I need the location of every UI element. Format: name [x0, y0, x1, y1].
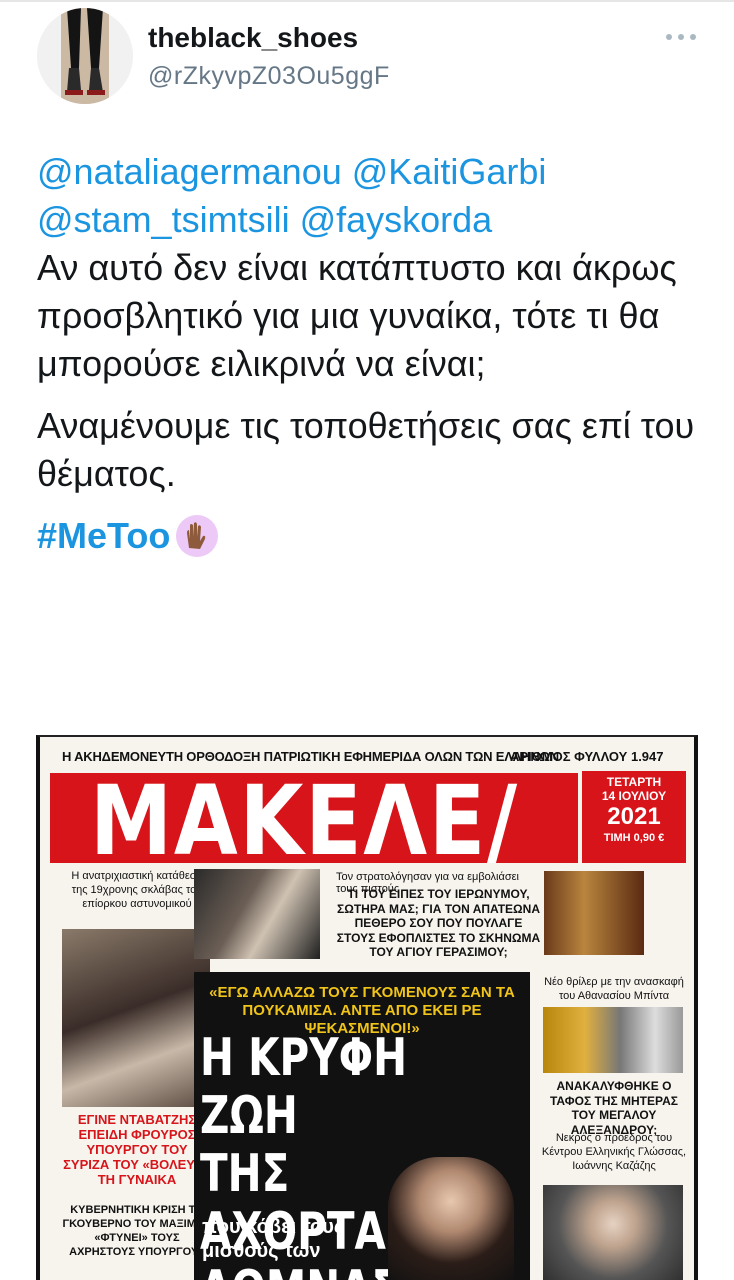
more-options-button[interactable]	[664, 22, 698, 52]
user-display-name[interactable]: theblack_shoes	[148, 22, 358, 54]
more-dot	[678, 34, 684, 40]
left-crisis-text: ΚΥΒΕΡΝΗΤΙΚΗ ΚΡΙΣΗ ΤΟ ΓΚΟΥΒΕΡΝΟ ΤΟΥ ΜΑΞΙΜ…	[62, 1204, 212, 1258]
right-kicker: Νέο θρίλερ με την ανασκαφή του Αθανασίου…	[544, 976, 684, 1002]
newspaper-price: ΤΙΜΗ 0,90 €	[603, 832, 665, 844]
right-photo	[543, 1007, 683, 1073]
hashtag-line: #MeToo	[37, 512, 707, 560]
tweet-media-image[interactable]: Η ΑΚΗΔΕΜΟΝΕΥΤΗ ΟΡΘΟΔΟΞΗ ΠΑΤΡΙΩΤΙΚΗ ΕΦΗΜΕ…	[36, 735, 698, 1280]
left-photo	[62, 929, 210, 1107]
left-headline: ΕΓΙΝΕ ΝΤΑΒΑΤΖΗΣ ΕΠΕΙΔΗ ΦΡΟΥΡΟΣ ΥΠΟΥΡΓΟΥ …	[63, 1112, 211, 1187]
raised-hands-icon	[176, 515, 219, 557]
tweet-paragraph-2: Αναμένουμε τις τοποθετήσεις σας επί του …	[37, 405, 695, 494]
newspaper-day: ΤΕΤΑΡΤΗ	[606, 775, 662, 789]
right-portrait-photo	[543, 1185, 683, 1280]
newspaper-year: 2021	[607, 803, 661, 830]
left-deposition-text: Η ανατριχιαστική κατάθεση της 19χρονης σ…	[71, 870, 203, 910]
user-avatar[interactable]	[37, 8, 133, 104]
newspaper-issue: ΑΡΙΘΜΟΣ ΦΥΛΛΟΥ 1.947	[510, 749, 664, 764]
top-story-icon-photo	[544, 871, 644, 955]
right-headline: ΑΝΑΚΑΛΥΦΘΗΚΕ Ο ΤΑΦΟΣ ΤΗΣ ΜΗΤΕΡΑΣ ΤΟΥ ΜΕΓ…	[549, 1079, 678, 1137]
tweet-text: @nataliagermanou @KaitiGarbi @stam_tsimt…	[37, 148, 707, 560]
mentions-line-2[interactable]: @stam_tsimtsili @fayskorda	[37, 199, 492, 240]
masthead-title: ΜΑΚΕΛΕ/Ο	[90, 773, 519, 863]
top-story-headline: ΤΙ ΤΟΥ ΕΙΠΕΣ ΤΟΥ ΙΕΡΩΝΥΜΟΥ, ΣΩΤΗΡΑ ΜΑΣ; …	[336, 887, 541, 959]
more-dot	[690, 34, 696, 40]
main-story-subheadline: που κόβει τους μισθούς των	[202, 1216, 345, 1262]
newspaper-date: 14 ΙΟΥΛΙΟΥ	[601, 789, 667, 803]
more-dots-icon	[666, 34, 672, 40]
newspaper-datebox: ΤΕΤΑΡΤΗ 14 ΙΟΥΛΙΟΥ 2021 ΤΙΜΗ 0,90 €	[582, 771, 686, 863]
avatar-image	[37, 8, 133, 104]
main-story-photo	[388, 1157, 514, 1280]
mentions-line-1[interactable]: @nataliagermanou @KaitiGarbi	[37, 151, 546, 192]
user-handle[interactable]: @rZkyvpZ03Ou5ggF	[148, 62, 390, 91]
newspaper-masthead: ΜΑΚΕΛΕ/Ο	[50, 773, 578, 863]
right-obituary-text: Νεκρός ο πρόεδρος του Κέντρου Ελληνικής …	[541, 1132, 687, 1172]
tweet-paragraph-1: Αν αυτό δεν είναι κατάπτυστο και άκρως π…	[37, 247, 677, 384]
top-story-photo	[194, 869, 320, 959]
hashtag-metoo[interactable]: #MeToo	[37, 512, 170, 560]
top-divider	[0, 0, 734, 2]
newspaper-tagline: Η ΑΚΗΔΕΜΟΝΕΥΤΗ ΟΡΘΟΔΟΞΗ ΠΑΤΡΙΩΤΙΚΗ ΕΦΗΜΕ…	[62, 749, 559, 764]
